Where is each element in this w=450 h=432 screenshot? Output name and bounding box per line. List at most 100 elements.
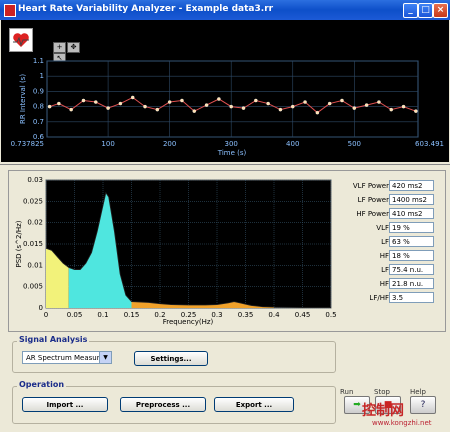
rr-data-point xyxy=(352,106,357,110)
rr-data-point xyxy=(47,104,52,109)
watermark: 控制网 xyxy=(362,403,404,419)
psd-x-tick-label: 0.45 xyxy=(295,311,311,319)
measure-value: 3.5 xyxy=(389,292,434,303)
psd-y-tick-label: 0.02 xyxy=(27,219,43,227)
help-icon: ? xyxy=(420,400,426,410)
psd-y-tick-label: 0.005 xyxy=(23,283,43,291)
rr-data-point xyxy=(303,100,307,104)
zoom-icon[interactable]: + xyxy=(53,42,66,53)
rr-data-point xyxy=(340,98,344,103)
psd-y-axis-title: PSD (s^2/Hz) xyxy=(15,220,23,267)
measure-value: 1400 ms2 xyxy=(389,194,434,205)
settings-button[interactable]: Settings... xyxy=(134,351,208,366)
measure-value: 410 ms2 xyxy=(389,208,434,219)
measure-label: HF Power xyxy=(356,210,389,218)
measure-label: HF xyxy=(379,280,389,288)
measure-label: LF xyxy=(381,238,389,246)
rr-y-tick-label: 0.9 xyxy=(33,87,44,95)
rr-y-axis-title: RR Interval (s) xyxy=(19,74,27,124)
measure-value: 21.8 n.u. xyxy=(389,278,434,289)
rr-data-point xyxy=(414,109,418,113)
psd-x-tick-label: 0.05 xyxy=(67,311,83,319)
rr-x-end-label: 603.491 xyxy=(415,140,444,148)
minimize-button[interactable]: _ xyxy=(403,3,418,18)
rr-data-point xyxy=(118,101,123,106)
rr-data-point xyxy=(217,97,221,101)
analysis-method-select[interactable]: AR Spectrum Measures ▼ xyxy=(22,351,112,364)
psd-x-tick-label: 0.35 xyxy=(238,311,254,319)
measure-label: VLF Power xyxy=(352,182,389,190)
rr-data-point xyxy=(377,100,381,104)
help-button[interactable]: ? xyxy=(410,396,436,414)
rr-data-point xyxy=(278,107,283,112)
rr-data-point xyxy=(241,106,246,110)
app-icon xyxy=(4,4,16,17)
rr-data-point xyxy=(155,107,160,112)
rr-data-point xyxy=(389,107,393,112)
graph-toolbar: + ✥↖ xyxy=(53,42,91,64)
rr-data-point xyxy=(266,101,270,106)
rr-x-tick-label: 300 xyxy=(225,140,238,148)
rr-data-point xyxy=(167,100,172,104)
rr-data-point xyxy=(130,95,135,100)
rr-data-point xyxy=(106,106,110,110)
rr-x-start-label: 0.737825 xyxy=(11,140,44,148)
psd-x-tick-label: 0.15 xyxy=(124,311,140,319)
operation-title: Operation xyxy=(17,380,67,389)
rr-data-point xyxy=(401,104,406,109)
psd-y-tick-label: 0.015 xyxy=(23,240,43,248)
rr-x-tick-label: 200 xyxy=(163,140,176,148)
rr-y-tick-label: 1.1 xyxy=(33,57,44,65)
measure-value: 19 % xyxy=(389,222,434,233)
measure-label: LF xyxy=(381,266,389,274)
measure-label: LF/HF xyxy=(369,294,389,302)
rr-data-point xyxy=(192,109,197,113)
play-icon: ➡ xyxy=(353,400,361,410)
pan-icon[interactable]: ✥ xyxy=(67,42,80,53)
psd-x-tick-label: 0 xyxy=(44,311,48,319)
rr-data-point xyxy=(315,110,320,115)
psd-x-tick-label: 0.4 xyxy=(268,311,280,319)
rr-plot-area xyxy=(46,60,419,138)
import-button[interactable]: Import ... xyxy=(22,397,108,412)
rr-data-point xyxy=(57,101,61,106)
psd-y-tick-label: 0.025 xyxy=(23,197,43,205)
rr-y-tick-label: 0.7 xyxy=(33,118,44,126)
measure-label: LF Power xyxy=(357,196,389,204)
rr-data-point xyxy=(94,100,98,104)
rr-x-axis-title: Time (s) xyxy=(217,149,247,157)
preprocess-button[interactable]: Preprocess ... xyxy=(120,397,206,412)
rr-y-tick-label: 0.8 xyxy=(33,103,44,111)
measure-value: 420 ms2 xyxy=(389,180,434,191)
rr-x-tick-label: 100 xyxy=(101,140,114,148)
signal-analysis-title: Signal Analysis xyxy=(17,335,90,344)
measure-value: 18 % xyxy=(389,250,434,261)
psd-x-tick-label: 0.1 xyxy=(97,311,108,319)
rr-data-point xyxy=(204,103,209,107)
psd-x-tick-label: 0.5 xyxy=(325,311,336,319)
measure-label: VLF xyxy=(376,224,389,232)
psd-y-tick-label: 0 xyxy=(39,304,43,312)
watermark-url: www.kongzhi.net xyxy=(372,419,432,427)
rr-data-point xyxy=(254,98,258,103)
heart-logo-icon xyxy=(9,28,33,52)
maximize-button[interactable]: □ xyxy=(418,3,433,18)
window-title: Heart Rate Variability Analyzer - Exampl… xyxy=(18,4,274,14)
rr-data-point xyxy=(143,104,147,109)
measure-value: 63 % xyxy=(389,236,434,247)
divider xyxy=(0,164,450,165)
rr-data-point xyxy=(180,98,184,103)
psd-chart: 0.03 0.025 0.02 0.015 0.01 0.005 0 0 0.05 0.1 0.1… xyxy=(15,176,337,326)
close-button[interactable]: × xyxy=(433,3,448,18)
measure-value: 75.4 n.u. xyxy=(389,264,434,275)
rr-data-point xyxy=(69,107,73,112)
rr-data-point xyxy=(229,104,233,109)
psd-y-tick-label: 0.01 xyxy=(27,261,43,269)
stop-label: Stop xyxy=(374,388,390,396)
psd-x-axis-title: Frequency(Hz) xyxy=(163,318,214,326)
help-label: Help xyxy=(410,388,426,396)
export-button[interactable]: Export ... xyxy=(214,397,294,412)
measure-label: HF xyxy=(379,252,389,260)
chevron-down-icon[interactable]: ▼ xyxy=(99,352,111,363)
rr-y-tick-label: 1 xyxy=(40,72,44,80)
